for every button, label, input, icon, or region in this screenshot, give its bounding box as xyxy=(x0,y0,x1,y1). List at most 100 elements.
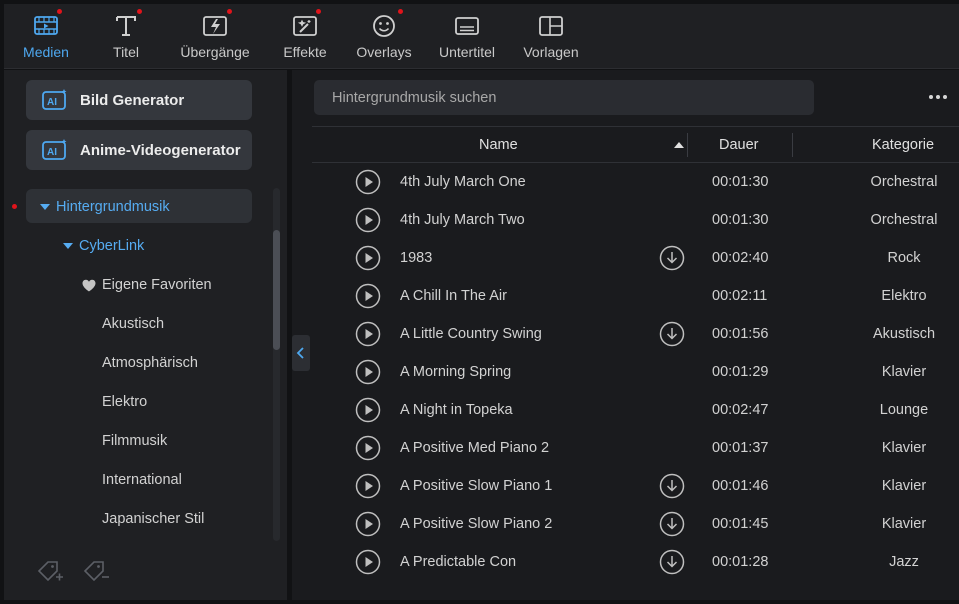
track-name: A Positive Slow Piano 1 xyxy=(400,478,553,494)
play-icon[interactable] xyxy=(355,169,381,195)
svg-text:AI: AI xyxy=(47,147,57,158)
tab-label: Untertitel xyxy=(438,44,496,60)
add-tag-icon[interactable] xyxy=(36,558,64,584)
play-icon[interactable] xyxy=(355,245,381,271)
tree-root[interactable]: Hintergrundmusik xyxy=(40,199,170,215)
scrollbar-thumb[interactable] xyxy=(273,230,280,350)
play-icon[interactable] xyxy=(355,321,381,347)
effects-icon xyxy=(293,16,317,36)
play-icon[interactable] xyxy=(355,207,381,233)
tab-label: Medien xyxy=(23,44,69,60)
track-name: A Night in Topeka xyxy=(400,402,513,418)
tab-uebergaenge[interactable]: Übergänge xyxy=(174,4,256,69)
svg-text:AI: AI xyxy=(47,97,57,108)
library-sidebar: AI Bild Generator AI Anime-Videogenerato… xyxy=(4,70,287,600)
tab-medien[interactable]: Medien xyxy=(14,4,78,69)
table-row[interactable]: A Positive Med Piano 2 00:01:37 Klavier xyxy=(292,429,959,467)
tab-vorlagen[interactable]: Vorlagen xyxy=(518,4,584,69)
new-badge xyxy=(316,9,321,14)
track-name: 4th July March One xyxy=(400,174,526,190)
tree-item[interactable]: Elektro xyxy=(102,394,147,410)
tree-item-label: Eigene Favoriten xyxy=(102,277,212,293)
download-icon[interactable] xyxy=(659,473,685,499)
track-name: A Predictable Con xyxy=(400,554,517,570)
remove-tag-icon[interactable] xyxy=(82,558,110,584)
play-icon[interactable] xyxy=(355,359,381,385)
play-icon[interactable] xyxy=(355,435,381,461)
track-name: A Little Country Swing xyxy=(400,326,542,342)
tree-item[interactable]: Akustisch xyxy=(102,316,164,332)
more-options-icon[interactable] xyxy=(929,92,949,102)
download-icon[interactable] xyxy=(659,245,685,271)
media-icon xyxy=(34,16,58,35)
track-name: A Positive Med Piano 2 xyxy=(400,440,550,456)
sidebar-scrollbar[interactable] xyxy=(273,188,280,541)
column-divider xyxy=(687,133,688,157)
column-category[interactable]: Kategorie xyxy=(872,127,934,163)
tab-titel[interactable]: Titel xyxy=(96,4,156,69)
sort-ascending-icon[interactable] xyxy=(674,142,684,148)
tree-item-favorites[interactable]: Eigene Favoriten xyxy=(82,277,212,293)
download-icon[interactable] xyxy=(659,549,685,575)
play-icon[interactable] xyxy=(355,511,381,537)
track-duration: 00:01:56 xyxy=(712,326,769,342)
track-duration: 00:02:11 xyxy=(712,288,768,304)
column-duration[interactable]: Dauer xyxy=(719,127,759,163)
track-duration: 00:01:37 xyxy=(712,440,769,456)
table-row[interactable]: A Little Country Swing 00:01:56 Akustisch xyxy=(292,315,959,353)
track-duration: 00:01:46 xyxy=(712,478,769,494)
table-row[interactable]: A Night in Topeka 00:02:47 Lounge xyxy=(292,391,959,429)
search-input[interactable] xyxy=(314,80,814,115)
tree-root-label: Hintergrundmusik xyxy=(56,199,170,215)
music-library: Name Dauer Kategorie 4th July March One 0… xyxy=(292,70,959,600)
play-icon[interactable] xyxy=(355,473,381,499)
transitions-icon xyxy=(203,16,227,36)
tree-item[interactable]: Atmosphärisch xyxy=(102,355,198,371)
track-category: Lounge xyxy=(879,402,929,418)
tree-item-cyberlink[interactable]: CyberLink xyxy=(63,238,144,254)
play-icon[interactable] xyxy=(355,283,381,309)
table-row[interactable]: A Predictable Con 00:01:28 Jazz xyxy=(292,543,959,581)
new-badge xyxy=(137,9,142,14)
column-name[interactable]: Name xyxy=(479,127,518,163)
tree-item[interactable]: International xyxy=(102,472,182,488)
play-icon[interactable] xyxy=(355,397,381,423)
image-generator-button[interactable]: AI Bild Generator xyxy=(26,80,252,120)
download-icon[interactable] xyxy=(659,321,685,347)
tab-label: Overlays xyxy=(356,44,412,60)
track-name: A Positive Slow Piano 2 xyxy=(400,516,553,532)
table-row[interactable]: A Morning Spring 00:01:29 Klavier xyxy=(292,353,959,391)
top-toolbar: Medien Titel Übergänge Effekte Overlays … xyxy=(4,4,959,69)
chevron-left-icon xyxy=(296,347,304,359)
tab-label: Titel xyxy=(113,44,139,60)
track-category: Klavier xyxy=(881,516,927,532)
table-row[interactable]: 1983 00:02:40 Rock xyxy=(292,239,959,277)
tab-label: Vorlagen xyxy=(523,44,579,60)
tab-effekte[interactable]: Effekte xyxy=(274,4,336,69)
tab-untertitel[interactable]: Untertitel xyxy=(434,4,500,69)
table-header: Name Dauer Kategorie xyxy=(312,126,959,163)
heart-icon xyxy=(82,279,96,291)
new-badge xyxy=(398,9,403,14)
tree-item[interactable]: Filmmusik xyxy=(102,433,167,449)
track-name: A Morning Spring xyxy=(400,364,512,380)
table-row[interactable]: A Positive Slow Piano 1 00:01:46 Klavier xyxy=(292,467,959,505)
table-row[interactable]: 4th July March One 00:01:30 Orchestral xyxy=(292,163,959,201)
tree-item[interactable]: Japanischer Stil xyxy=(102,511,204,527)
download-icon[interactable] xyxy=(659,511,685,537)
track-category: Akustisch xyxy=(872,326,936,342)
column-divider xyxy=(792,133,793,157)
table-row[interactable]: A Positive Slow Piano 2 00:01:45 Klavier xyxy=(292,505,959,543)
anime-video-generator-button[interactable]: AI Anime-Videogenerator xyxy=(26,130,252,170)
new-badge xyxy=(57,9,62,14)
track-category: Elektro xyxy=(881,288,927,304)
track-duration: 00:01:45 xyxy=(712,516,769,532)
tab-overlays[interactable]: Overlays xyxy=(352,4,416,69)
track-name: 1983 xyxy=(400,250,433,266)
track-name: A Chill In The Air xyxy=(400,288,507,304)
table-row[interactable]: A Chill In The Air 00:02:11 Elektro xyxy=(292,277,959,315)
play-icon[interactable] xyxy=(355,549,381,575)
title-icon xyxy=(116,16,136,36)
table-row[interactable]: 4th July March Two 00:01:30 Orchestral xyxy=(292,201,959,239)
collapse-panel-button[interactable] xyxy=(292,335,310,371)
